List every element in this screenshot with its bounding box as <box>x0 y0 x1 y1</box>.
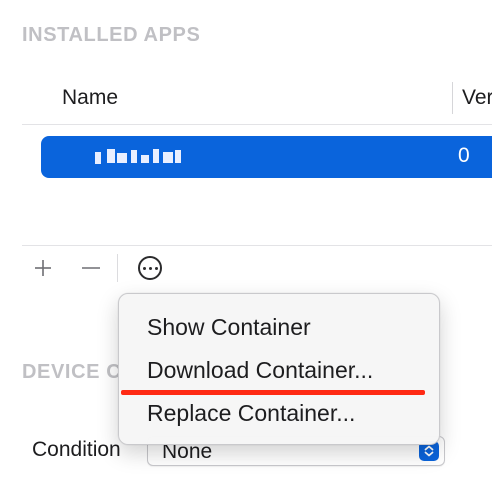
condition-label: Condition <box>32 438 121 461</box>
app-name-pixelated <box>95 147 185 165</box>
column-header-version[interactable]: Ver <box>462 86 492 110</box>
annotation-underline <box>121 390 425 395</box>
toolbar-separator <box>117 254 118 282</box>
ellipsis-circle-icon <box>138 256 162 280</box>
minus-icon <box>82 267 100 269</box>
context-menu: Show Container Download Container... Rep… <box>118 293 440 445</box>
installed-apps-header: INSTALLED APPS <box>22 24 201 46</box>
menu-item-download-container[interactable]: Download Container... <box>147 357 373 384</box>
device-conditions-header: DEVICE C <box>22 361 122 383</box>
remove-button[interactable] <box>76 252 106 284</box>
table-bottom-divider <box>22 245 492 246</box>
table-row-selected[interactable]: 0 <box>41 136 492 178</box>
menu-item-show-container[interactable]: Show Container <box>147 314 311 341</box>
column-header-name[interactable]: Name <box>62 86 118 110</box>
app-version: 0 <box>458 144 470 167</box>
column-divider[interactable] <box>452 82 453 114</box>
header-divider <box>22 124 492 125</box>
more-actions-button[interactable] <box>134 252 166 284</box>
menu-item-replace-container[interactable]: Replace Container... <box>147 400 355 427</box>
add-button[interactable] <box>28 252 58 284</box>
plus-icon <box>35 260 51 276</box>
